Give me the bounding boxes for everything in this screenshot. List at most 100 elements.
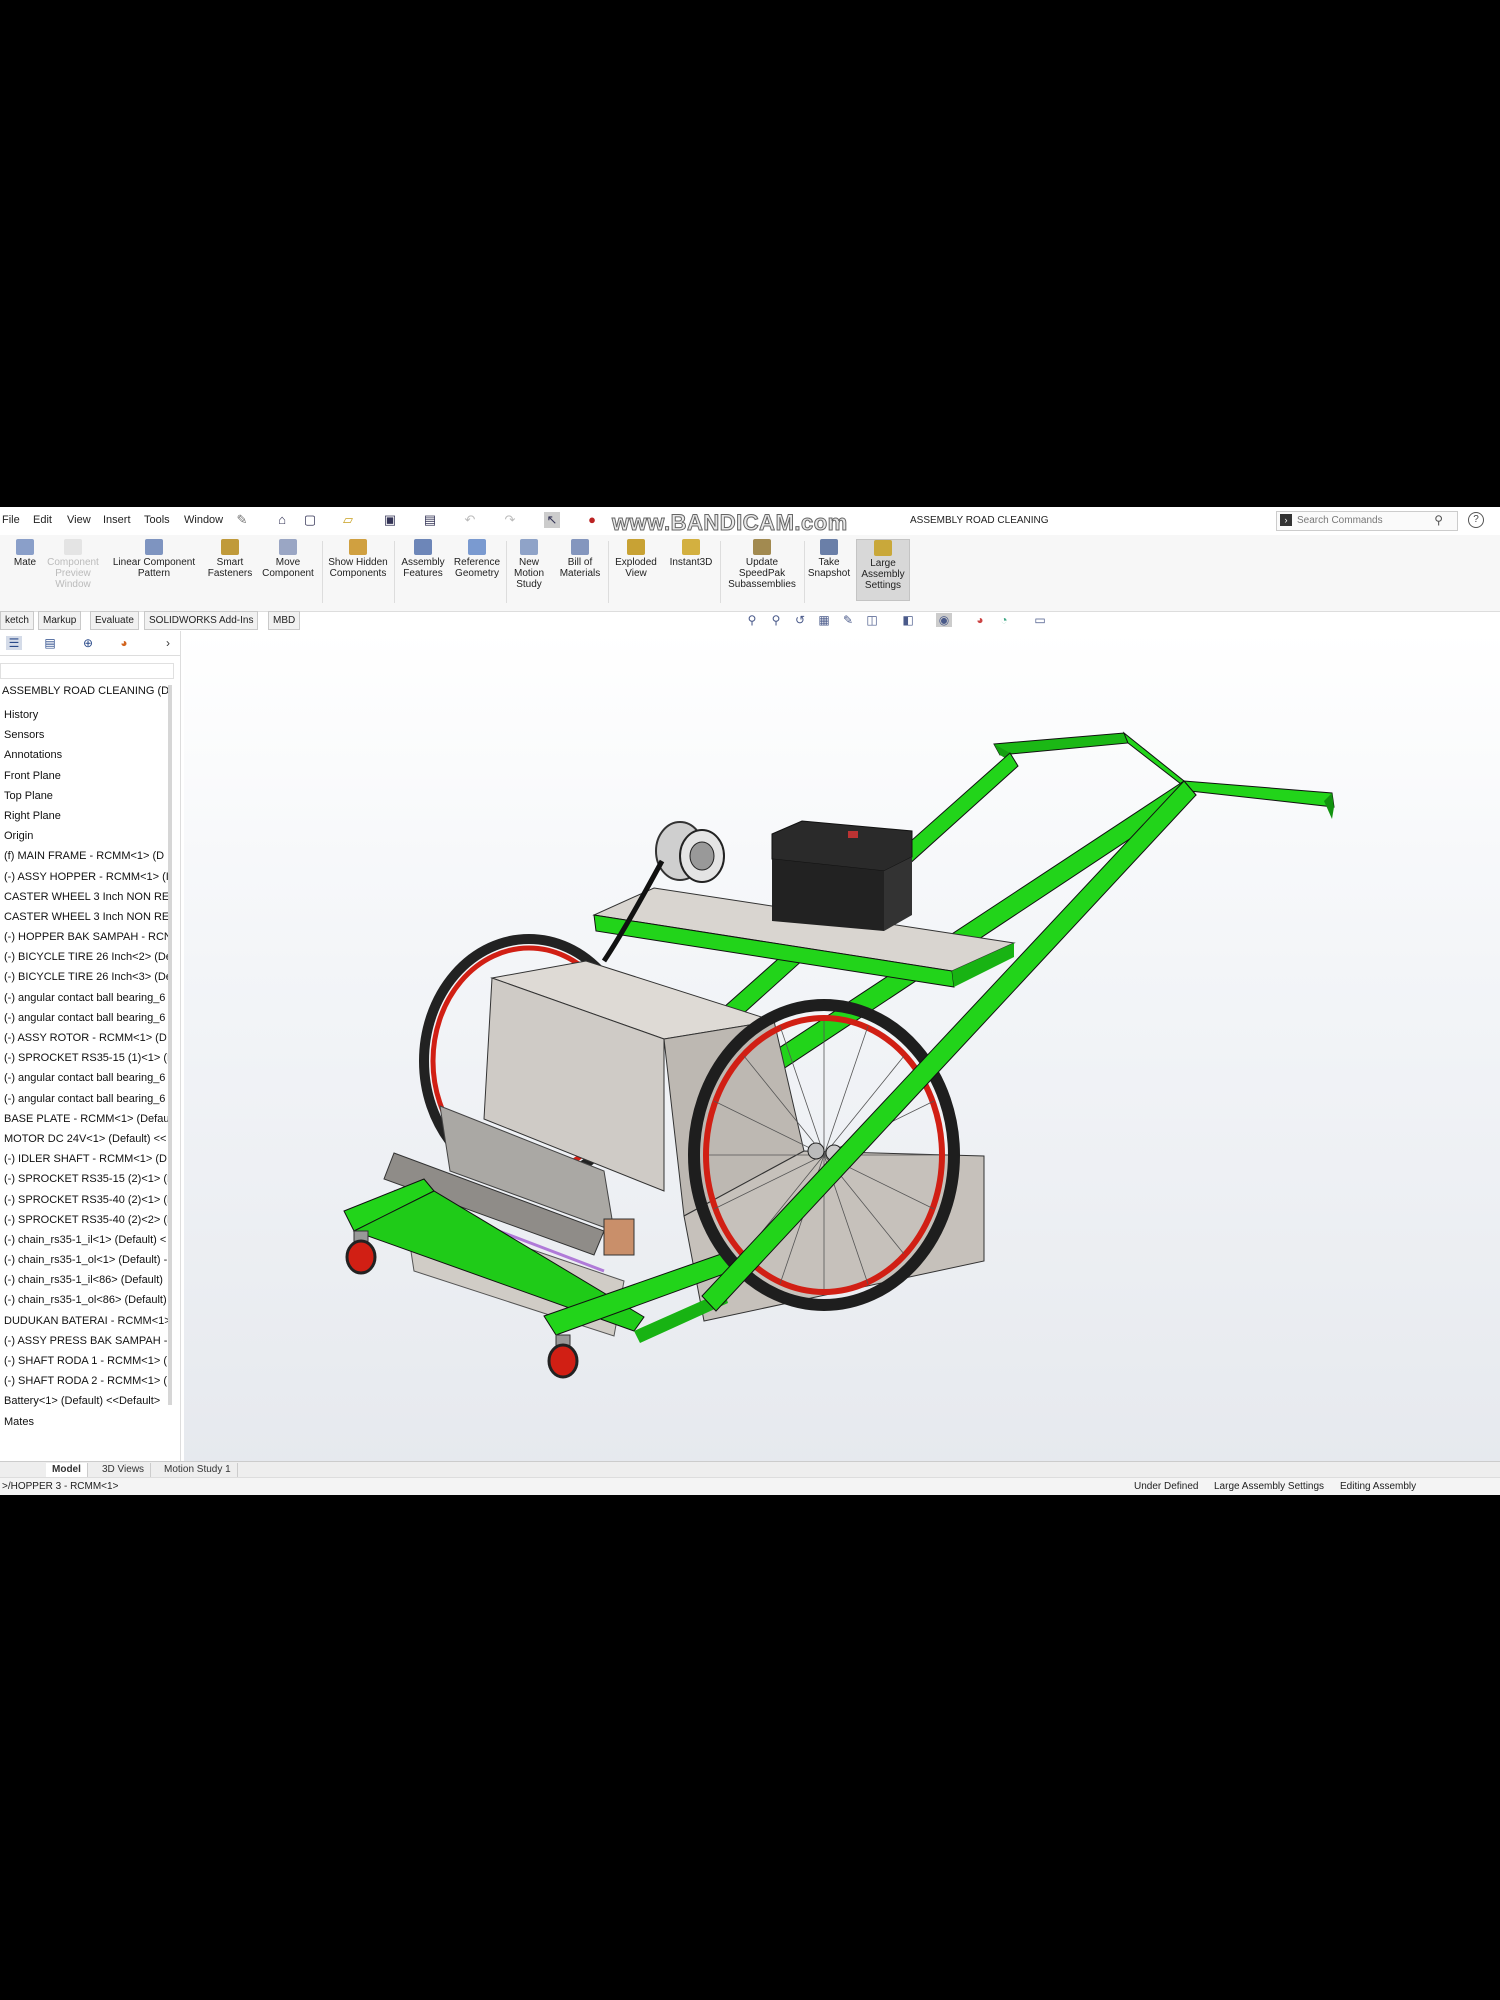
tree-item[interactable]: Front Plane — [4, 766, 168, 786]
open-icon[interactable]: ▱ — [340, 512, 356, 528]
tree-item[interactable]: (-) chain_rs35-1_il<86> (Default) — [4, 1270, 168, 1290]
new-motion-study-button[interactable]: New Motion Study — [508, 539, 550, 590]
exploded-view-button[interactable]: Exploded View — [610, 539, 662, 579]
hide-show-items-icon[interactable]: ◉ — [936, 613, 952, 627]
panel-scrollbar[interactable] — [168, 685, 172, 1405]
tree-item[interactable]: (-) ASSY HOPPER - RCMM<1> (I — [4, 867, 168, 887]
redo-icon[interactable]: ↷ — [502, 512, 518, 528]
tab-sketch[interactable]: ketch — [0, 611, 34, 630]
tree-item[interactable]: Origin — [4, 826, 168, 846]
large-assembly-settings-button[interactable]: Large Assembly Settings — [856, 539, 910, 601]
dynamic-annotation-icon[interactable]: ✎ — [840, 613, 856, 627]
tree-item[interactable]: Sensors — [4, 725, 168, 745]
tree-item[interactable]: (-) SPROCKET RS35-15 (2)<1> (D — [4, 1169, 168, 1189]
tree-item[interactable]: (-) ASSY PRESS BAK SAMPAH - F — [4, 1331, 168, 1351]
section-view-icon[interactable]: ▦ — [816, 613, 832, 627]
property-manager-tab-icon[interactable]: ▤ — [42, 636, 58, 650]
mate-button[interactable]: Mate — [10, 539, 40, 568]
tree-item[interactable]: (-) angular contact ball bearing_6 — [4, 1089, 168, 1109]
search-commands-input[interactable]: › Search Commands ⚲ — [1276, 511, 1458, 531]
menu-tools[interactable]: Tools — [144, 514, 170, 526]
select-icon[interactable]: ↖ — [544, 512, 560, 528]
print-icon[interactable]: ▤ — [422, 512, 438, 528]
tab-mbd[interactable]: MBD — [268, 611, 301, 630]
view-orientation-icon[interactable]: ◫ — [864, 613, 880, 627]
tree-item[interactable]: (-) angular contact ball bearing_6 — [4, 988, 168, 1008]
instant3d-button[interactable]: Instant3D — [664, 539, 718, 568]
tree-item[interactable]: Mates — [4, 1412, 168, 1432]
tree-item[interactable]: Top Plane — [4, 786, 168, 806]
tree-item[interactable]: (-) ASSY ROTOR - RCMM<1> (D — [4, 1028, 168, 1048]
tree-item[interactable]: (f) MAIN FRAME - RCMM<1> (D — [4, 846, 168, 866]
show-hidden-components-button[interactable]: Show Hidden Components — [326, 539, 390, 579]
tree-item[interactable]: CASTER WHEEL 3 Inch NON REM — [4, 887, 168, 907]
tree-root-assembly[interactable]: ASSEMBLY ROAD CLEANING (Def — [2, 685, 168, 697]
tree-item[interactable]: Annotations — [4, 745, 168, 765]
view-settings-icon[interactable]: ▭ — [1032, 613, 1048, 627]
toolbar-separator — [506, 541, 507, 603]
graphics-area[interactable] — [184, 631, 1500, 1469]
feature-manager-tab-icon[interactable]: ☰ — [6, 636, 22, 650]
take-snapshot-button[interactable]: Take Snapshot — [806, 539, 852, 579]
status-large-assembly-settings[interactable]: Large Assembly Settings — [1214, 1481, 1324, 1492]
tree-item[interactable]: (-) chain_rs35-1_il<1> (Default) < — [4, 1230, 168, 1250]
configuration-manager-tab-icon[interactable]: ⊕ — [80, 636, 96, 650]
update-speedpak-button[interactable]: Update SpeedPak Subassemblies — [722, 539, 802, 590]
smart-fasteners-button[interactable]: Smart Fasteners — [204, 539, 256, 579]
search-icon[interactable]: ⚲ — [1434, 513, 1443, 527]
tree-item[interactable]: Battery<1> (Default) <<Default> — [4, 1391, 168, 1411]
edit-appearance-icon[interactable]: ◕ — [972, 613, 988, 627]
tab-solidworks-add-ins[interactable]: SOLIDWORKS Add-Ins — [144, 611, 259, 630]
move-component-button[interactable]: Move Component — [258, 539, 318, 579]
undo-icon[interactable]: ↶ — [462, 512, 478, 528]
tree-filter-input[interactable] — [0, 663, 174, 679]
tree-item[interactable]: (-) angular contact ball bearing_6 — [4, 1068, 168, 1088]
component-preview-button[interactable]: Component Preview Window — [44, 539, 102, 590]
tree-item[interactable]: MOTOR DC 24V<1> (Default) << — [4, 1129, 168, 1149]
tab-motion-study-1[interactable]: Motion Study 1 — [158, 1463, 238, 1477]
apply-scene-icon[interactable]: ◔ — [996, 613, 1012, 627]
zoom-to-area-icon[interactable]: ⚲ — [768, 613, 784, 627]
reference-geometry-button[interactable]: Reference Geometry — [450, 539, 504, 579]
tab-model[interactable]: Model — [46, 1463, 88, 1477]
new-document-icon[interactable]: ▢ — [302, 512, 318, 528]
tree-item[interactable]: (-) SHAFT RODA 1 - RCMM<1> ( — [4, 1351, 168, 1371]
tree-item[interactable]: (-) chain_rs35-1_ol<86> (Default) — [4, 1290, 168, 1310]
menu-file[interactable]: File — [2, 514, 20, 526]
display-manager-tab-icon[interactable]: ◕ — [116, 636, 132, 650]
pin-icon[interactable]: ✎ — [234, 512, 250, 528]
help-icon[interactable]: ? — [1468, 512, 1484, 528]
tree-item[interactable]: (-) SPROCKET RS35-15 (1)<1> (D — [4, 1048, 168, 1068]
tree-item[interactable]: (-) SPROCKET RS35-40 (2)<1> (D — [4, 1190, 168, 1210]
zoom-to-fit-icon[interactable]: ⚲ — [744, 613, 760, 627]
previous-view-icon[interactable]: ↺ — [792, 613, 808, 627]
tree-item[interactable]: (-) BICYCLE TIRE 26 Inch<3> (Def — [4, 967, 168, 987]
tree-item[interactable]: (-) angular contact ball bearing_6 — [4, 1008, 168, 1028]
tree-item[interactable]: DUDUKAN BATERAI - RCMM<1> — [4, 1311, 168, 1331]
tree-item[interactable]: (-) HOPPER BAK SAMPAH - RCN — [4, 927, 168, 947]
save-icon[interactable]: ▣ — [382, 512, 398, 528]
tree-item[interactable]: (-) BICYCLE TIRE 26 Inch<2> (Def — [4, 947, 168, 967]
tree-item[interactable]: BASE PLATE - RCMM<1> (Defau — [4, 1109, 168, 1129]
home-icon[interactable]: ⌂ — [274, 512, 290, 528]
display-style-icon[interactable]: ◧ — [900, 613, 916, 627]
menu-insert[interactable]: Insert — [103, 514, 131, 526]
linear-component-pattern-button[interactable]: Linear Component Pattern — [108, 539, 200, 579]
tree-item[interactable]: (-) chain_rs35-1_ol<1> (Default) - — [4, 1250, 168, 1270]
menu-edit[interactable]: Edit — [33, 514, 52, 526]
tree-item[interactable]: (-) SHAFT RODA 2 - RCMM<1> ( — [4, 1371, 168, 1391]
tree-item[interactable]: History — [4, 705, 168, 725]
tab-markup[interactable]: Markup — [38, 611, 82, 630]
menu-view[interactable]: View — [67, 514, 91, 526]
tree-item[interactable]: Right Plane — [4, 806, 168, 826]
assembly-features-button[interactable]: Assembly Features — [398, 539, 448, 579]
bill-of-materials-button[interactable]: Bill of Materials — [554, 539, 606, 579]
tree-item[interactable]: (-) IDLER SHAFT - RCMM<1> (D — [4, 1149, 168, 1169]
chevron-right-icon[interactable]: › — [160, 636, 176, 650]
tree-item[interactable]: CASTER WHEEL 3 Inch NON REM — [4, 907, 168, 927]
tab-evaluate[interactable]: Evaluate — [90, 611, 139, 630]
tree-item[interactable]: (-) SPROCKET RS35-40 (2)<2> (D — [4, 1210, 168, 1230]
menu-window[interactable]: Window — [184, 514, 223, 526]
rebuild-icon[interactable]: ● — [584, 512, 600, 528]
tab-3d-views[interactable]: 3D Views — [96, 1463, 152, 1477]
